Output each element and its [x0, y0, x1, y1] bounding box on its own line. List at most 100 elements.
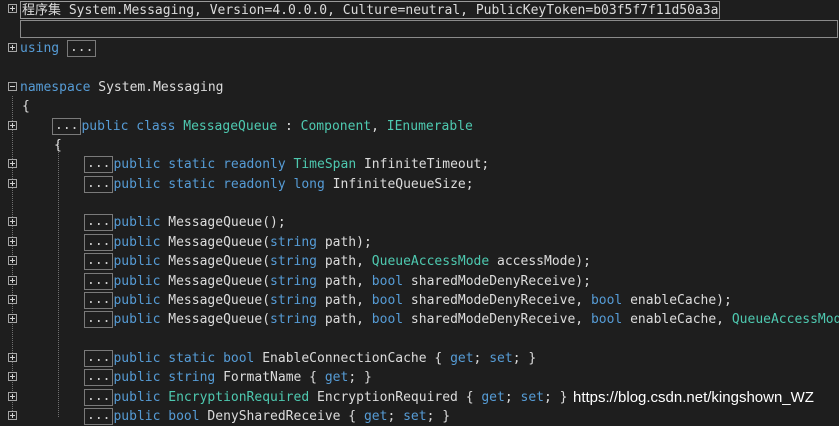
namespace-line: namespace System.Messaging: [0, 78, 839, 97]
type-name: QueueAccessMod: [731, 312, 839, 327]
keyword: public: [81, 119, 129, 134]
expand-icon[interactable]: [8, 276, 17, 285]
keyword: static: [160, 177, 216, 192]
brace-line: {: [0, 97, 839, 116]
type-name: QueueAccessMode: [371, 254, 490, 269]
ctor-code: ... public MessageQueue(string path);: [84, 233, 372, 252]
namespace-name: System.Messaging: [90, 80, 224, 95]
expand-icon[interactable]: [8, 411, 17, 420]
keyword: set: [520, 390, 544, 405]
expand-icon[interactable]: [8, 43, 17, 52]
expand-icon[interactable]: [8, 217, 17, 226]
class-code: ... public class MessageQueue : Component…: [52, 117, 473, 136]
ctor-open: MessageQueue(: [160, 312, 271, 327]
keyword: public: [113, 235, 161, 250]
keyword: string: [168, 370, 216, 385]
property-name: EnableConnectionCache {: [254, 351, 451, 366]
param: path,: [317, 274, 372, 289]
keyword: bool: [371, 274, 404, 289]
keyword: static: [160, 157, 216, 172]
keyword: bool: [371, 293, 404, 308]
keyword: public: [113, 274, 161, 289]
type-name: TimeSpan: [293, 157, 357, 172]
property-line: ... public static bool EnableConnectionCa…: [0, 349, 839, 368]
punct: ; }: [512, 351, 537, 366]
type-name: EncryptionRequired: [168, 390, 310, 405]
expand-icon[interactable]: [8, 372, 17, 381]
ctor-code: ... public MessageQueue();: [84, 213, 286, 232]
collapsed-region[interactable]: ...: [66, 40, 97, 57]
collapsed-region[interactable]: ...: [84, 156, 114, 173]
collapsed-region[interactable]: ...: [84, 311, 114, 328]
punct: :: [277, 119, 301, 134]
member-name: InfiniteQueueSize;: [324, 177, 474, 192]
ctor-code: ... public MessageQueue(string path, bool…: [84, 310, 839, 329]
keyword: public: [113, 312, 161, 327]
header-input-box[interactable]: [20, 20, 838, 38]
keyword: string: [270, 235, 317, 250]
property-name: FormatName {: [215, 370, 325, 385]
collapsed-region[interactable]: ...: [84, 389, 114, 406]
member-code: ... public static readonly TimeSpan Infin…: [84, 155, 489, 174]
keyword: public: [113, 177, 161, 192]
punct: ;: [504, 390, 521, 405]
watermark: https://blog.csdn.net/kingshown_WZ: [573, 389, 814, 406]
collapsed-region[interactable]: ...: [52, 118, 82, 135]
collapse-icon[interactable]: [8, 82, 17, 91]
ctor-line: ... public MessageQueue(string path, Queu…: [0, 252, 839, 271]
assembly-header-line: 程序集 System.Messaging, Version=4.0.0.0, C…: [0, 0, 839, 19]
keyword: readonly: [215, 177, 294, 192]
collapsed-region[interactable]: ...: [84, 273, 114, 290]
expand-icon[interactable]: [8, 256, 17, 265]
param: path);: [317, 235, 372, 250]
ctor-line: ... public MessageQueue(string path);: [0, 233, 839, 252]
keyword: namespace: [20, 80, 91, 95]
collapsed-region[interactable]: ...: [84, 176, 114, 193]
ctor-open: MessageQueue(: [160, 254, 271, 269]
param: path,: [317, 293, 372, 308]
property-code: ... public EncryptionRequired EncryptionR…: [84, 388, 567, 407]
keyword: bool: [590, 312, 623, 327]
collapsed-region[interactable]: ...: [84, 234, 114, 251]
keyword: readonly: [215, 157, 294, 172]
expand-icon[interactable]: [8, 295, 17, 304]
class-name: MessageQueue: [183, 119, 278, 134]
property-line: ... public string FormatName { get; }: [0, 368, 839, 387]
ctor-code: ... public MessageQueue(string path, Queu…: [84, 252, 591, 271]
keyword: public: [113, 293, 161, 308]
param: sharedModeDenyReceive,: [403, 293, 591, 308]
collapsed-region[interactable]: ...: [84, 253, 114, 270]
expand-icon[interactable]: [8, 159, 17, 168]
using-line: using ...: [0, 39, 839, 58]
collapsed-region[interactable]: ...: [84, 292, 114, 309]
keyword: class: [128, 119, 184, 134]
expand-icon[interactable]: [8, 314, 17, 323]
expand-icon[interactable]: [8, 121, 17, 130]
keyword: string: [270, 254, 317, 269]
param: enableCache);: [622, 293, 732, 308]
ctor-signature: MessageQueue();: [160, 215, 286, 230]
collapsed-region[interactable]: ...: [84, 350, 114, 367]
param: enableCache,: [622, 312, 732, 327]
collapsed-region[interactable]: ...: [84, 369, 114, 386]
keyword: string: [270, 274, 317, 289]
punct: ;: [473, 351, 490, 366]
keyword: get: [324, 370, 349, 385]
expand-icon[interactable]: [8, 179, 17, 188]
member-line: ... public static readonly TimeSpan Infin…: [0, 155, 839, 174]
expand-icon[interactable]: [8, 237, 17, 246]
keyword: public: [113, 157, 161, 172]
member-code: ... public static readonly long InfiniteQ…: [84, 175, 474, 194]
keyword: bool: [371, 312, 404, 327]
expand-icon[interactable]: [8, 353, 17, 362]
open-brace: {: [22, 99, 30, 114]
expand-icon[interactable]: [8, 392, 17, 401]
expand-icon[interactable]: [8, 4, 17, 13]
collapsed-region[interactable]: ...: [84, 214, 114, 231]
ctor-open: MessageQueue(: [160, 274, 271, 289]
keyword: bool: [223, 351, 255, 366]
keyword: bool: [590, 293, 623, 308]
ctor-line: ... public MessageQueue();: [0, 213, 839, 232]
keyword: public: [113, 254, 161, 269]
ctor-code: ... public MessageQueue(string path, bool…: [84, 291, 732, 310]
